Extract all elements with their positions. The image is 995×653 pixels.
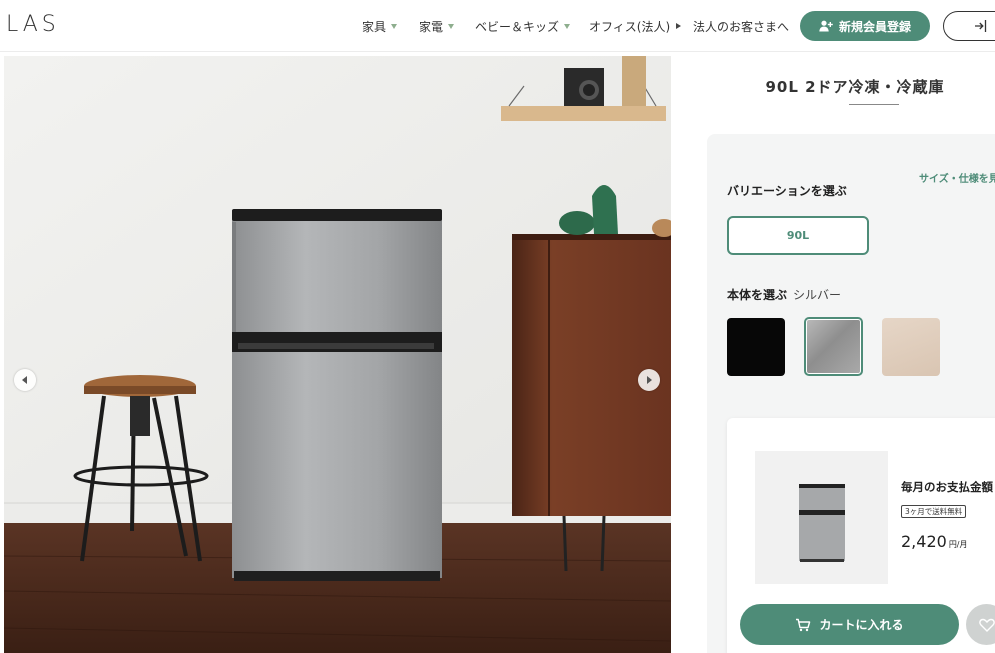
nav-item-office[interactable]: オフィス(法人) xyxy=(589,17,682,35)
person-add-icon xyxy=(819,20,833,32)
swatch-black[interactable] xyxy=(727,318,785,376)
nav-label: 家具 xyxy=(362,19,387,34)
product-title: 90L 2ドア冷凍・冷蔵庫 xyxy=(765,78,945,96)
body-color-heading: 本体を選ぶ xyxy=(727,288,788,302)
add-to-cart-button[interactable]: カートに入れる xyxy=(740,604,959,645)
body-color-selected: シルバー xyxy=(793,288,842,302)
site-logo[interactable]: LAS xyxy=(6,12,60,37)
nav-label: ベビー＆キッズ xyxy=(475,19,560,34)
price-unit: 円/月 xyxy=(948,540,968,549)
gallery-prev-button[interactable] xyxy=(14,369,36,391)
register-button[interactable]: 新規会員登録 xyxy=(800,11,930,41)
dropdown-caret-icon xyxy=(391,23,398,29)
cart-icon xyxy=(796,618,811,631)
price-value: 2,420 xyxy=(901,532,947,551)
chevron-left-icon xyxy=(22,376,27,384)
body-color-label: 本体を選ぶ シルバー xyxy=(727,286,841,303)
title-divider xyxy=(849,104,899,105)
nav-item-furniture[interactable]: 家具 xyxy=(362,17,398,35)
variation-label: バリエーションを選ぶ xyxy=(727,184,847,198)
nav-label: 家電 xyxy=(419,19,444,34)
monthly-price: 2,420 円/月 xyxy=(901,532,968,551)
product-thumbnail xyxy=(755,451,888,584)
login-button[interactable] xyxy=(943,11,995,41)
shipping-badge: 3ヶ月で送料無料 xyxy=(901,505,967,518)
size-spec-link[interactable]: サイズ・仕様を見 xyxy=(919,170,995,185)
swatch-wood[interactable] xyxy=(882,318,940,376)
heart-icon xyxy=(978,618,995,632)
chevron-right-icon xyxy=(647,376,652,384)
dropdown-caret-icon xyxy=(448,23,455,29)
gallery-next-button[interactable] xyxy=(638,369,660,391)
site-header: LAS 家具 家電 ベビー＆キッズ オフィス(法人) 法人のお客さまへ 新規会員… xyxy=(0,0,995,52)
product-photo xyxy=(4,56,671,653)
cart-label: カートに入れる xyxy=(819,618,904,632)
fridge-room-photo xyxy=(4,56,671,653)
nav-item-corporate[interactable]: 法人のお客さまへ xyxy=(693,17,789,35)
swatch-silver[interactable] xyxy=(807,320,860,373)
arrow-right-icon xyxy=(676,23,682,29)
variation-option-90l[interactable]: 90L xyxy=(727,216,869,255)
login-arrow-icon xyxy=(975,20,987,32)
nav-item-appliances[interactable]: 家電 xyxy=(419,17,455,35)
nav-label: 法人のお客さまへ xyxy=(693,19,790,34)
register-label: 新規会員登録 xyxy=(838,19,911,34)
fridge-thumbnail-icon xyxy=(799,484,845,562)
monthly-payment-label: 毎月のお支払金額 xyxy=(901,480,993,494)
nav-label: オフィス(法人) xyxy=(589,19,671,34)
nav-item-baby-kids[interactable]: ベビー＆キッズ xyxy=(475,17,571,35)
dropdown-caret-icon xyxy=(564,23,571,29)
